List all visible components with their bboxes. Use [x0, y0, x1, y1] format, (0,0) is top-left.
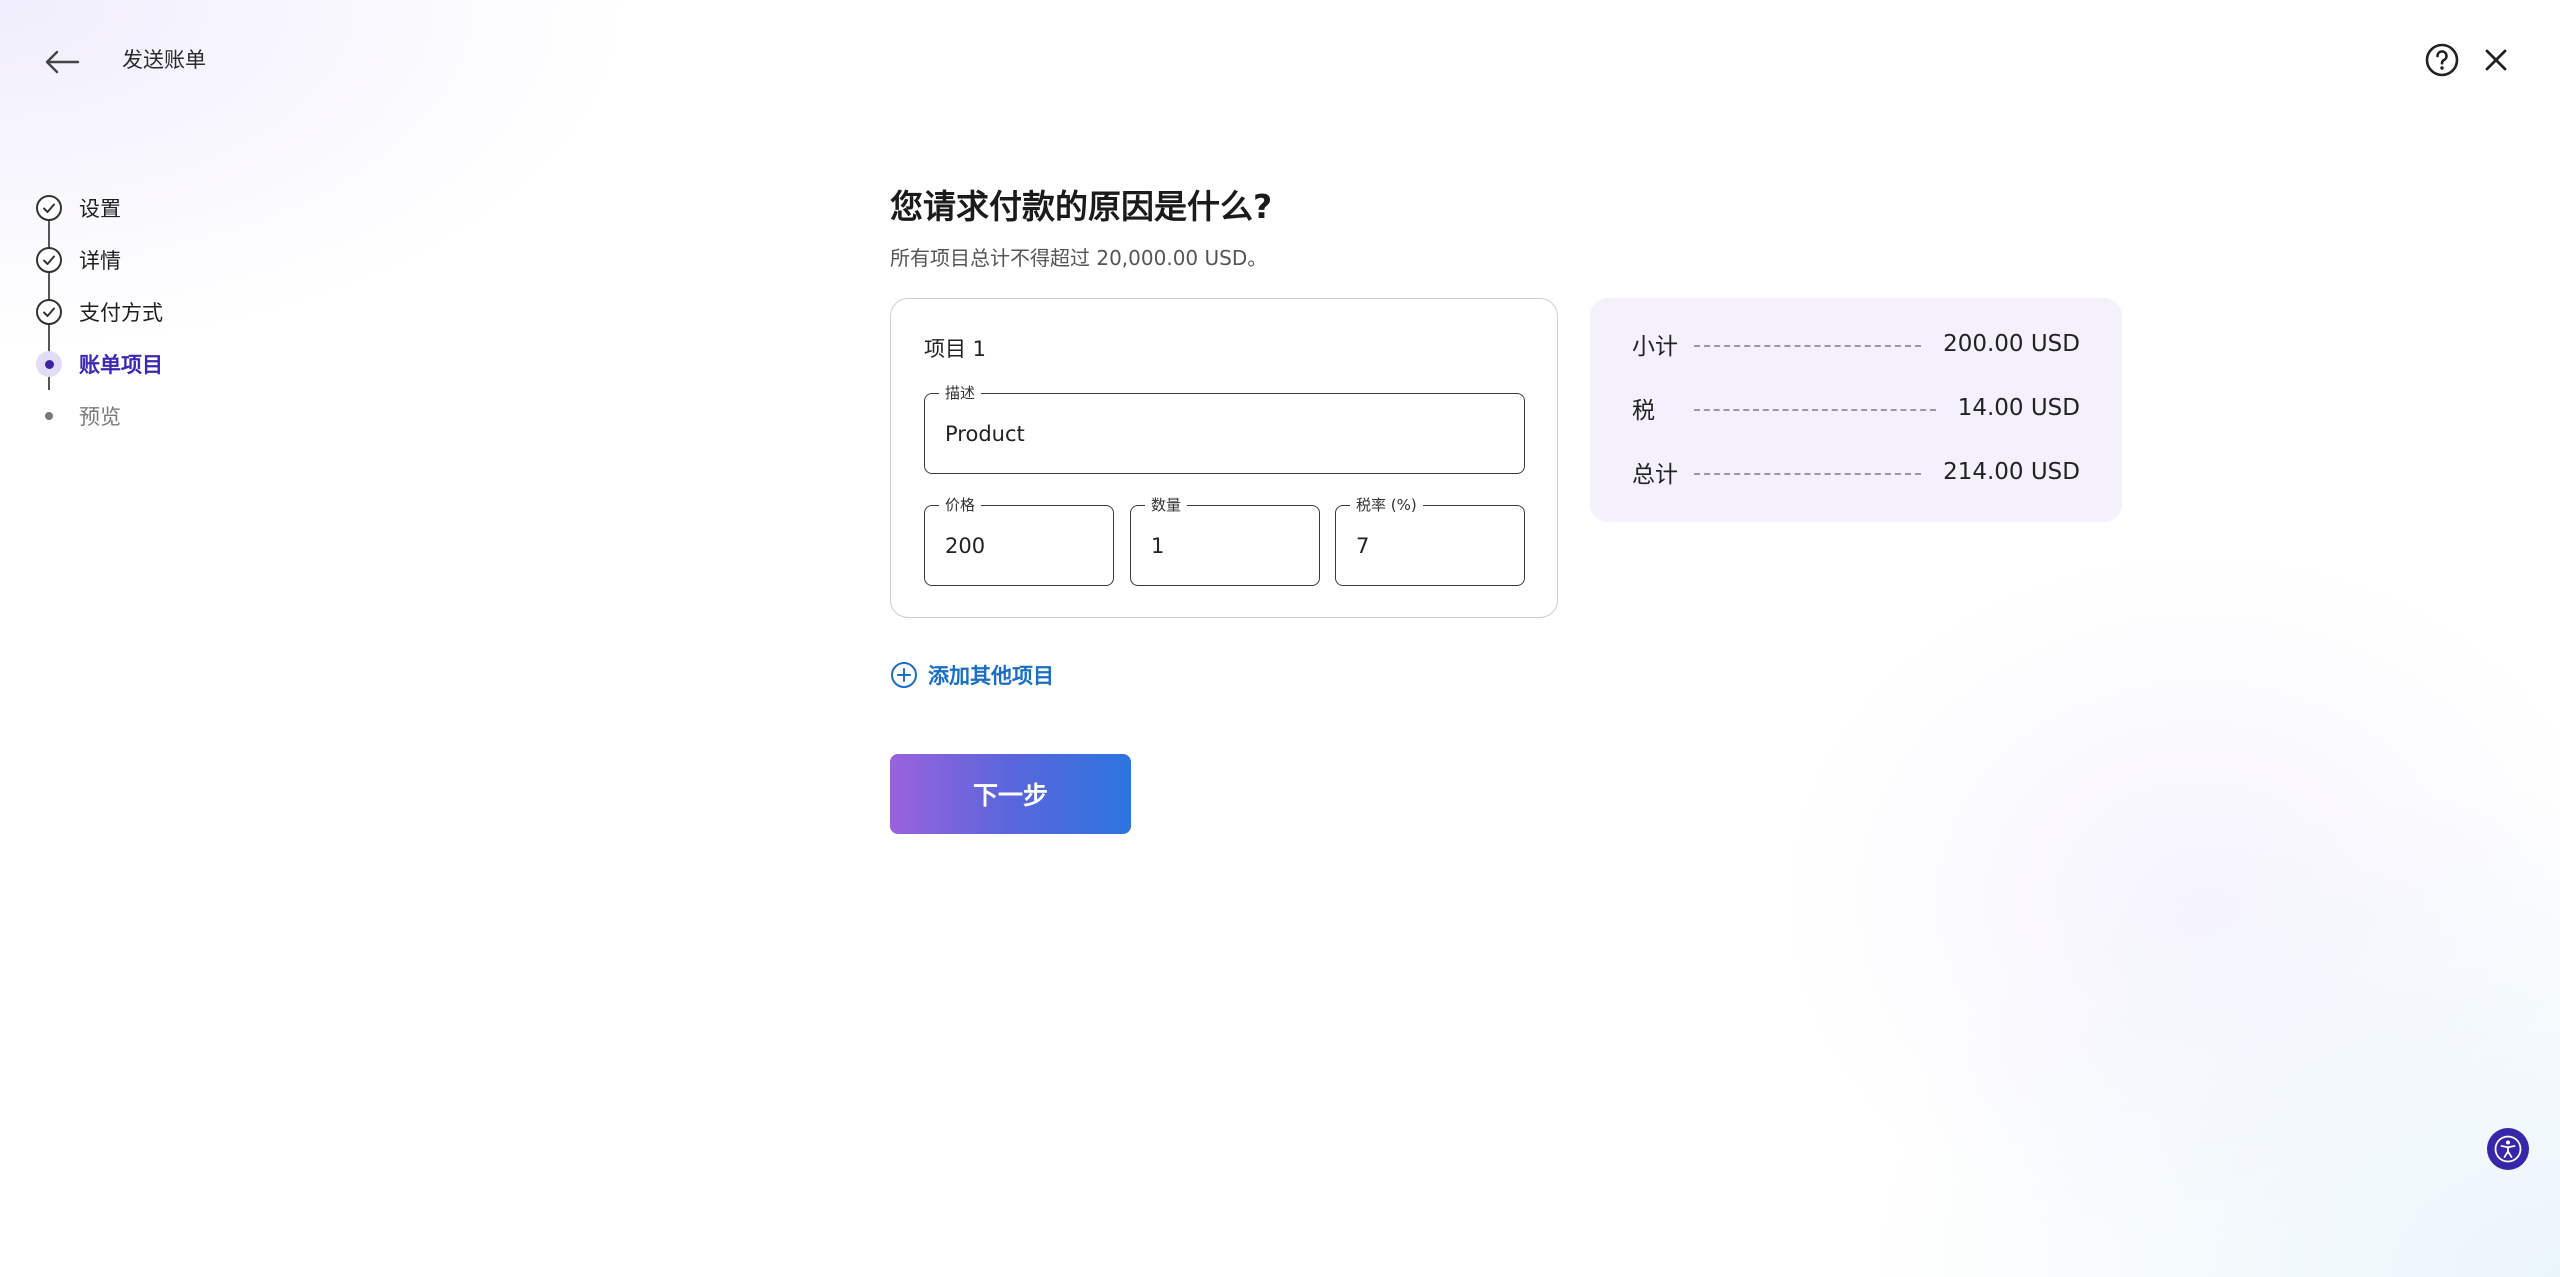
- tax-rate-input[interactable]: [1356, 533, 1510, 558]
- description-input[interactable]: [945, 421, 1510, 446]
- step-label: 预览: [79, 405, 121, 429]
- tax-label: 税: [1632, 398, 1655, 424]
- tax-row: 税 14.00 USD: [1632, 393, 2080, 424]
- step-label: 设置: [79, 197, 121, 221]
- tax-rate-field: 税率 (%): [1335, 495, 1525, 586]
- total-row: 总计 214.00 USD: [1632, 457, 2080, 488]
- step-payment-method[interactable]: 支付方式: [36, 286, 163, 338]
- item-title: 项目 1: [924, 337, 987, 361]
- active-step-dot-icon: [36, 351, 62, 377]
- stepper: 设置 详情 支付方式 账单项目 预览: [36, 182, 163, 442]
- leader-dots: [1694, 409, 1936, 411]
- summary-panel: 小计 200.00 USD 税 14.00 USD 总计 214.00 USD: [1590, 298, 2122, 522]
- description-field: 描述: [924, 383, 1525, 474]
- back-button[interactable]: [40, 40, 84, 84]
- total-label: 总计: [1632, 462, 1678, 488]
- quantity-label: 数量: [1145, 495, 1188, 515]
- total-value: 214.00 USD: [1943, 459, 2080, 485]
- accessibility-button[interactable]: [2487, 1128, 2529, 1170]
- price-input[interactable]: [945, 533, 1099, 558]
- step-label: 账单项目: [79, 353, 163, 377]
- help-button[interactable]: [2422, 40, 2462, 80]
- step-invoice-items: 账单项目: [36, 338, 163, 390]
- subtotal-label: 小计: [1632, 334, 1678, 360]
- limit-subtext: 所有项目总计不得超过 20,000.00 USD。: [890, 246, 1268, 270]
- close-icon: [2485, 49, 2507, 71]
- add-item-label: 添加其他项目: [928, 664, 1054, 688]
- quantity-field: 数量: [1130, 495, 1320, 586]
- description-label: 描述: [939, 383, 982, 403]
- pending-step-dot-icon: [36, 403, 62, 429]
- subtotal-value: 200.00 USD: [1943, 331, 2080, 357]
- leader-dots: [1694, 473, 1922, 475]
- tax-value: 14.00 USD: [1957, 395, 2080, 421]
- add-item-button[interactable]: 添加其他项目: [890, 660, 1054, 690]
- accessibility-icon: [2494, 1135, 2522, 1163]
- page-title: 发送账单: [122, 48, 206, 72]
- question-circle-icon: [2425, 43, 2459, 77]
- item-card: 项目 1 描述 价格 数量 税率 (%): [890, 298, 1558, 618]
- subtotal-row: 小计 200.00 USD: [1632, 329, 2080, 360]
- question-title: 您请求付款的原因是什么?: [890, 187, 1273, 226]
- tax-rate-label: 税率 (%): [1350, 495, 1423, 515]
- next-button[interactable]: 下一步: [890, 754, 1131, 834]
- check-circle-icon: [36, 247, 62, 273]
- header: 发送账单: [0, 0, 2560, 120]
- check-circle-icon: [36, 195, 62, 221]
- check-circle-icon: [36, 299, 62, 325]
- quantity-input[interactable]: [1151, 533, 1305, 558]
- arrow-left-icon: [45, 50, 80, 74]
- plus-circle-icon: [891, 662, 917, 688]
- close-button[interactable]: [2476, 40, 2516, 80]
- step-label: 详情: [79, 249, 121, 273]
- step-details[interactable]: 详情: [36, 234, 163, 286]
- leader-dots: [1694, 345, 1922, 347]
- price-label: 价格: [939, 495, 982, 515]
- price-field: 价格: [924, 495, 1114, 586]
- main-heading: 您请求付款的原因是什么? 所有项目总计不得超过 20,000.00 USD。: [890, 180, 1272, 271]
- background: [0, 0, 2560, 1277]
- step-preview: 预览: [36, 390, 163, 442]
- step-settings[interactable]: 设置: [36, 182, 163, 234]
- step-label: 支付方式: [79, 301, 163, 325]
